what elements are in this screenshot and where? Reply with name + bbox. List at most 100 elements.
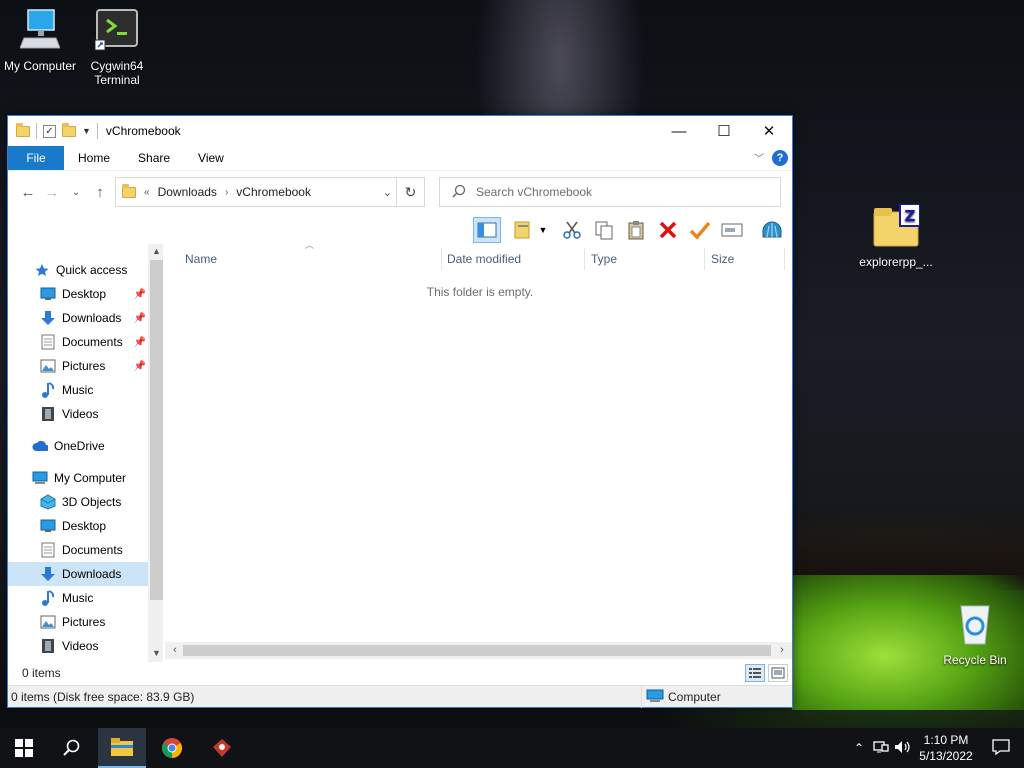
column-header-size[interactable]: Size (705, 248, 785, 270)
paste-icon[interactable] (622, 217, 650, 243)
my-computer-icon (0, 8, 80, 55)
network-icon[interactable] (870, 740, 892, 757)
nav-music[interactable]: Music (8, 586, 148, 610)
large-icons-view-icon[interactable] (768, 664, 788, 682)
nav-quick-access[interactable]: Quick access (8, 258, 148, 282)
column-header-name[interactable]: Name (179, 248, 442, 270)
search-button[interactable] (48, 728, 96, 768)
copy-icon[interactable] (590, 217, 618, 243)
help-button[interactable]: ? (772, 150, 788, 166)
desktop-icon (40, 518, 56, 534)
nav-3d-objects[interactable]: 3D Objects (8, 490, 148, 514)
nav-pane-scrollbar[interactable]: ▲ ▼ (148, 244, 163, 662)
nav-quick-videos[interactable]: Videos (8, 402, 148, 426)
nav-downloads[interactable]: Downloads (8, 562, 148, 586)
pictures-icon (40, 614, 56, 630)
checkmark-icon[interactable] (686, 217, 714, 243)
navigation-pane[interactable]: Quick access Desktop 📌 Downloads 📌 Docum… (8, 244, 163, 662)
breadcrumb-downloads[interactable]: Downloads (158, 185, 217, 199)
address-overflow[interactable]: « (144, 187, 150, 198)
nav-quick-downloads[interactable]: Downloads 📌 (8, 306, 148, 330)
desktop-icon-my-computer[interactable]: My Computer (0, 8, 80, 73)
taskbar-file-explorer[interactable] (98, 728, 146, 768)
file-explorer-window[interactable]: ✓ ▼ vChromebook — ☐ ✕ File Home Share Vi… (7, 115, 793, 708)
nav-videos[interactable]: Videos (8, 634, 148, 658)
start-button[interactable] (0, 728, 48, 768)
scroll-right-arrow-icon[interactable]: › (774, 642, 790, 659)
delete-icon[interactable] (654, 217, 682, 243)
tab-share[interactable]: Share (124, 146, 184, 170)
nav-pictures[interactable]: Pictures (8, 610, 148, 634)
window-title: vChromebook (105, 124, 181, 138)
nav-item-label: My Computer (54, 471, 127, 485)
properties-icon[interactable]: ✓ (43, 124, 56, 138)
minimize-button[interactable]: — (656, 116, 702, 146)
shell-icon[interactable] (758, 217, 786, 243)
pictures-icon (40, 358, 56, 374)
maximize-button[interactable]: ☐ (701, 116, 747, 146)
film-icon (40, 638, 56, 654)
up-button[interactable]: ↑ (88, 184, 112, 201)
column-header-type[interactable]: Type (585, 248, 705, 270)
nav-onedrive[interactable]: OneDrive (8, 434, 148, 458)
scrollbar-thumb[interactable] (183, 645, 771, 656)
zip-folder-icon: Z (856, 203, 936, 251)
clock[interactable]: 1:10 PM 5/13/2022 (914, 732, 978, 764)
recent-locations-dropdown[interactable]: ⌄ (64, 187, 88, 198)
address-bar[interactable]: « Downloads › vChromebook ⌄ ↻ (115, 177, 425, 207)
clock-date: 5/13/2022 (919, 749, 973, 763)
tab-file[interactable]: File (8, 146, 64, 170)
close-button[interactable]: ✕ (746, 116, 792, 146)
desktop-icon-label: Recycle Bin (943, 653, 1007, 667)
breadcrumb-separator-icon[interactable]: › (225, 187, 228, 198)
taskbar-chrome[interactable] (148, 728, 196, 768)
show-hidden-icons-chevron-icon[interactable]: ⌃ (848, 741, 870, 755)
file-list-pane[interactable]: ︿ Name Date modified Type Size This fold… (165, 240, 792, 662)
navigation-pane-icon[interactable] (473, 217, 501, 243)
nav-quick-documents[interactable]: Documents 📌 (8, 330, 148, 354)
tab-view[interactable]: View (184, 146, 238, 170)
details-view-icon[interactable] (745, 664, 765, 682)
view-options-icon[interactable] (510, 217, 538, 243)
nav-item-label: Pictures (62, 615, 106, 629)
tab-home[interactable]: Home (64, 146, 124, 170)
nav-documents[interactable]: Documents (8, 538, 148, 562)
chrome-icon (161, 738, 183, 759)
column-header-date-modified[interactable]: Date modified (441, 248, 585, 270)
search-input[interactable]: Search vChromebook (476, 185, 592, 199)
refresh-button[interactable]: ↻ (396, 178, 424, 206)
title-bar[interactable]: ✓ ▼ vChromebook — ☐ ✕ (8, 116, 792, 146)
expand-ribbon-chevron-icon[interactable]: ﹀ (754, 150, 764, 165)
svg-text:Z: Z (905, 207, 916, 225)
nav-quick-pictures[interactable]: Pictures 📌 (8, 354, 148, 378)
view-options-dropdown-icon[interactable]: ▼ (536, 217, 550, 243)
nav-quick-desktop[interactable]: Desktop 📌 (8, 282, 148, 306)
nav-item-label: Desktop (62, 287, 107, 301)
forward-button[interactable]: → (40, 184, 64, 201)
scroll-up-arrow-icon[interactable]: ▲ (148, 246, 163, 256)
breadcrumb-vchromebook[interactable]: vChromebook (236, 185, 311, 199)
file-list-horizontal-scrollbar[interactable]: ‹ › (165, 642, 792, 659)
desktop-icon-recycle-bin[interactable]: Recycle Bin (935, 602, 1015, 667)
search-icon (63, 739, 80, 756)
cut-icon[interactable] (558, 217, 586, 243)
address-dropdown-icon[interactable]: ⌄ (383, 186, 392, 199)
nav-desktop[interactable]: Desktop (8, 514, 148, 538)
command-toolbar: ▼ (8, 214, 792, 246)
desktop-icon-explorerpp[interactable]: Z explorerpp_... (856, 203, 936, 269)
scrollbar-thumb[interactable] (150, 260, 163, 600)
customize-toolbar-dropdown[interactable]: ▼ (82, 126, 91, 136)
taskbar-app[interactable] (198, 728, 246, 768)
item-count-bar: 0 items (8, 662, 792, 684)
new-folder-icon[interactable] (62, 122, 76, 137)
volume-icon[interactable] (892, 740, 914, 757)
scroll-down-arrow-icon[interactable]: ▼ (148, 648, 163, 658)
search-box[interactable]: Search vChromebook (439, 177, 781, 207)
notifications-icon[interactable] (978, 738, 1024, 758)
nav-my-computer[interactable]: My Computer (8, 466, 148, 490)
desktop-icon-cygwin[interactable]: Cygwin64 Terminal (77, 8, 157, 87)
scroll-left-arrow-icon[interactable]: ‹ (167, 642, 183, 659)
rename-icon[interactable] (718, 217, 746, 243)
back-button[interactable]: ← (16, 184, 40, 201)
nav-quick-music[interactable]: Music (8, 378, 148, 402)
